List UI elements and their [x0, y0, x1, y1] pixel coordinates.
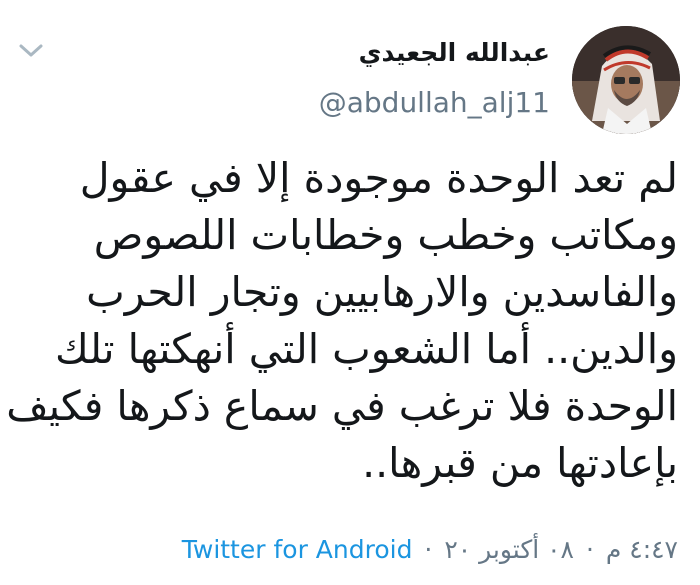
- avatar[interactable]: [572, 26, 680, 134]
- chevron-down-icon[interactable]: [18, 42, 44, 60]
- tweet-text-line: ومكاتب وخطب وخطابات اللصوص: [93, 211, 678, 259]
- tweet-date: ٠٨ أكتوبر ٢٠: [444, 535, 574, 564]
- tweet-text-line: الوحدة فلا ترغب في سماع ذكرها فكيف: [6, 382, 678, 430]
- tweet-text-line: والفاسدين والارهابيين وتجار الحرب: [86, 268, 678, 316]
- tweet-text-line: والدين.. أما الشعوب التي أنهكتها تلك: [55, 325, 678, 373]
- tweet-text: لم تعد الوحدة موجودة إلا في عقول ومكاتب …: [6, 150, 678, 492]
- meta-separator: ·: [585, 535, 594, 564]
- tweet-time: ٤:٤٧ م: [605, 535, 678, 564]
- meta-separator: ·: [424, 535, 433, 564]
- tweet-text-line: لم تعد الوحدة موجودة إلا في عقول: [79, 154, 678, 202]
- tweet-card: عبدالله الجعيدي @abdullah_alj11 لم تعد ا…: [0, 0, 700, 585]
- display-name[interactable]: عبدالله الجعيدي: [359, 38, 550, 67]
- tweet-source-link[interactable]: Twitter for Android: [182, 535, 413, 564]
- tweet-meta: ٤:٤٧ م · ٠٨ أكتوبر ٢٠ · Twitter for Andr…: [182, 535, 678, 564]
- tweet-text-line: بإعادتها من قبرها..: [362, 439, 678, 487]
- user-handle[interactable]: @abdullah_alj11: [319, 86, 550, 119]
